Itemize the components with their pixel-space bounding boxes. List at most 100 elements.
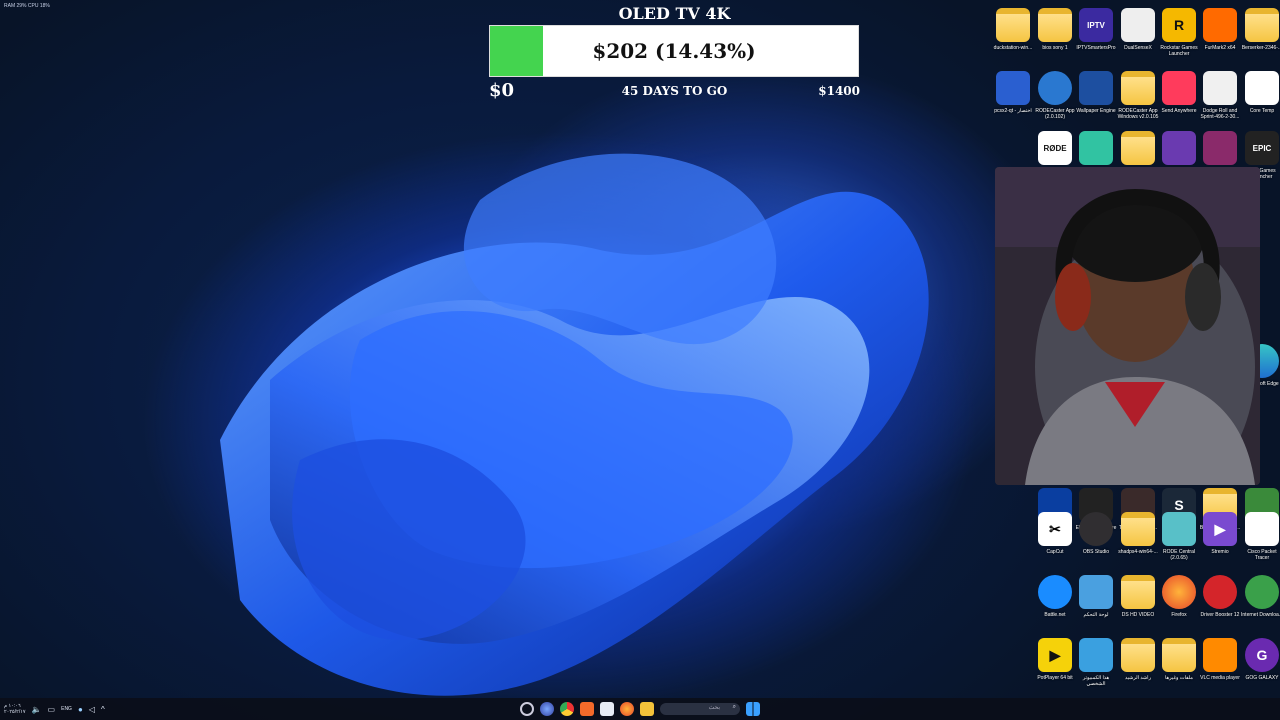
desktop-icon-label: PotPlayer 64 bit: [1037, 675, 1073, 681]
desktop-icon-stremio[interactable]: ▶ Stremio: [1198, 508, 1242, 570]
desktop-icon-capcut[interactable]: ✂ CapCut: [1033, 508, 1077, 570]
goal-title: OLED TV 4K: [618, 4, 731, 23]
volume-icon[interactable]: ◁: [89, 705, 95, 714]
taskbar-chrome-icon[interactable]: [560, 702, 574, 716]
desktop-icon-user-folder[interactable]: راشد الرشيد: [1116, 634, 1160, 696]
system-stats: RAM 29% CPU 18%: [4, 3, 50, 9]
desktop-icon-folder[interactable]: duckstation-win...: [991, 4, 1035, 66]
desktop-icon-furmark[interactable]: FurMark2 x64: [1198, 4, 1242, 66]
taskbar-settings-icon[interactable]: [520, 702, 534, 716]
desktop-icon-label: shadps4-win64-...: [1118, 549, 1158, 555]
desktop-icon-label: Internet Downloa...: [1241, 612, 1280, 618]
goal-days-label: 45 DAYS TO GO: [621, 84, 728, 98]
desktop-icon-rockstar[interactable]: R Rockstar Games Launcher: [1157, 4, 1201, 66]
desktop-icon-folder[interactable]: RODECaster App Windows v2.0.105: [1116, 67, 1160, 129]
desktop-icon-idm[interactable]: Internet Downloa...: [1240, 571, 1280, 633]
chevron-up-icon[interactable]: ^: [101, 705, 105, 714]
desktop-icon-rode-central[interactable]: RODE Central (2.0.65): [1157, 508, 1201, 570]
dualsense-icon: [1121, 8, 1155, 42]
rodecaster-icon: [1038, 71, 1072, 105]
folder-icon: [1162, 638, 1196, 672]
desktop-icon-label: OBS Studio: [1082, 549, 1110, 555]
folder-icon: [1121, 131, 1155, 165]
desktop-icon-document[interactable]: Dodge Roll and Sprint-496-2-30...: [1198, 67, 1242, 129]
desktop-icon-potplayer[interactable]: ▶ PotPlayer 64 bit: [1033, 634, 1077, 696]
desktop-icon-label: DualSenseX: [1124, 45, 1152, 51]
desktop-icon-label: CapCut: [1046, 549, 1064, 555]
desktop-icon-label: bios sony 1: [1042, 45, 1068, 51]
speaker-icon[interactable]: 🔈: [32, 705, 42, 714]
desktop-icon-label: Cisco Packet Tracer: [1247, 549, 1277, 561]
desktop-icon-folder[interactable]: DS HD VIDEO: [1116, 571, 1160, 633]
desktop-icon-label: Berserker-2346-...: [1241, 45, 1280, 51]
core-temp-icon: [1245, 71, 1279, 105]
taskbar-search[interactable]: بحث ⌕: [660, 703, 740, 715]
desktop-icon-gog[interactable]: G GOG GALAXY: [1240, 634, 1280, 696]
taskbar-calendar-icon[interactable]: [600, 702, 614, 716]
language-indicator[interactable]: ENG: [61, 706, 72, 712]
desktop-icon-label: VLC media player: [1200, 675, 1240, 681]
folder-icon: [1121, 575, 1155, 609]
desktop-icon-label: Driver Booster 12: [1200, 612, 1240, 618]
streamlabs-icon: [1079, 131, 1113, 165]
microphone-icon[interactable]: ●: [78, 705, 83, 714]
taskbar-file-explorer-icon[interactable]: [640, 702, 654, 716]
desktop-icon-wallpaper-engine[interactable]: Wallpaper Engine: [1074, 67, 1118, 129]
desktop-icon-label: RODE Central (2.0.65): [1163, 549, 1195, 561]
streamer-figure: [995, 167, 1260, 485]
desktop-icon-label: Stremio: [1211, 549, 1229, 555]
desktop-icon-driver-booster[interactable]: Driver Booster 12: [1198, 571, 1242, 633]
desktop-icon-label: DS HD VIDEO: [1121, 612, 1155, 618]
desktop-icon-label: IPTVSmartersPro: [1076, 45, 1116, 51]
taskbar-brave-icon[interactable]: [580, 702, 594, 716]
webcam-overlay: [995, 167, 1260, 485]
cisco-icon: [1245, 512, 1279, 546]
desktop-icon-label: pcsx2-qt - اختصار: [994, 108, 1032, 114]
desktop-icon-battlenet[interactable]: Battle.net: [1033, 571, 1077, 633]
desktop-icon-dualsense[interactable]: DualSenseX: [1116, 4, 1160, 66]
desktop-icon-cisco[interactable]: Cisco Packet Tracer: [1240, 508, 1280, 570]
desktop-icon-label: Wallpaper Engine: [1076, 108, 1116, 114]
control-panel-icon: [1079, 575, 1113, 609]
desktop-icon-folder[interactable]: ملفات وغيرها: [1157, 634, 1201, 696]
desktop-icon-rodecaster[interactable]: RODECaster App (2.0.102): [1033, 67, 1077, 129]
desktop-icon-folder[interactable]: shadps4-win64-...: [1116, 508, 1160, 570]
desktop-icon-this-pc[interactable]: هذا الكمبيوتر الشخصي: [1074, 634, 1118, 696]
desktop-icon-folder[interactable]: bios sony 1: [1033, 4, 1077, 66]
stremio-icon: ▶: [1203, 512, 1237, 546]
desktop-icon-folder[interactable]: Berserker-2346-...: [1240, 4, 1280, 66]
capcut-icon: ✂: [1038, 512, 1072, 546]
desktop-icon-label: هذا الكمبيوتر الشخصي: [1082, 675, 1110, 687]
furmark-icon: [1203, 8, 1237, 42]
desktop-icon-iptv[interactable]: IPTV IPTVSmartersPro: [1074, 4, 1118, 66]
taskbar-copilot-icon[interactable]: [540, 702, 554, 716]
desktop-icon-label: Dodge Roll and Sprint-496-2-30...: [1200, 108, 1240, 120]
desktop-icon-pcsx2[interactable]: pcsx2-qt - اختصار: [991, 67, 1035, 129]
desktop-icon-firefox[interactable]: Firefox: [1157, 571, 1201, 633]
clock-date: ٢٠٢٥/٢/١٧: [4, 709, 26, 715]
this-pc-icon: [1079, 638, 1113, 672]
epic-icon: EPIC: [1245, 131, 1279, 165]
folder-icon: [1121, 71, 1155, 105]
taskbar-firefox-icon[interactable]: [620, 702, 634, 716]
desktop-icon-control-panel[interactable]: لوحة التحكم: [1074, 571, 1118, 633]
pcsx2-icon: [996, 71, 1030, 105]
search-icon: ⌕: [732, 704, 736, 710]
start-menu-icon[interactable]: [746, 702, 760, 716]
network-icon[interactable]: ▭: [48, 705, 56, 714]
wallpaper-swirl: [220, 153, 929, 696]
desktop-icon-label: ملفات وغيرها: [1165, 675, 1193, 681]
desktop-icon-label: Core Temp: [1249, 108, 1275, 114]
desktop-icon-send-anywhere[interactable]: Send Anywhere: [1157, 67, 1201, 129]
desktop-icon-core-temp[interactable]: Core Temp: [1240, 67, 1280, 129]
system-tray: ١٠:٠٦ م ٢٠٢٥/٢/١٧ 🔈 ▭ ENG ● ◁ ^: [4, 698, 105, 720]
goal-progress-bar: $202 (14.43%): [489, 25, 859, 77]
desktop-icon-label: Firefox: [1171, 612, 1187, 618]
obs-icon: [1079, 512, 1113, 546]
desktop-icon-obs[interactable]: OBS Studio: [1074, 508, 1118, 570]
desktop-icon-label: Battle.net: [1044, 612, 1066, 618]
clock[interactable]: ١٠:٠٦ م ٢٠٢٥/٢/١٧: [4, 703, 26, 715]
desktop-icon-label: RODECaster App Windows v2.0.105: [1117, 108, 1159, 120]
desktop-icon-vlc[interactable]: VLC media player: [1198, 634, 1242, 696]
rode-central-icon: [1162, 512, 1196, 546]
